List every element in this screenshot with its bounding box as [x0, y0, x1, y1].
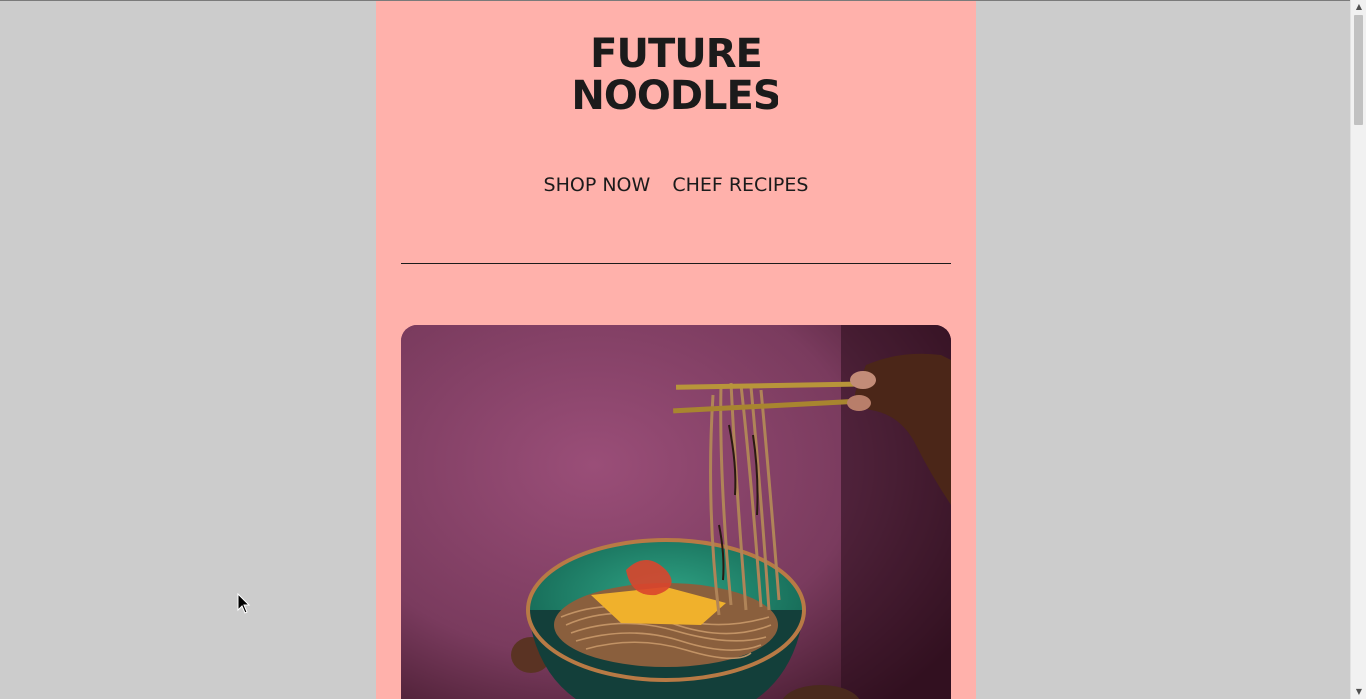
scroll-down-arrow-icon[interactable]: ▼ [1351, 685, 1366, 699]
mouse-pointer-icon [237, 592, 251, 615]
nav-divider [401, 263, 951, 264]
noodle-bowl-illustration [401, 325, 951, 699]
brand-logo[interactable]: FUTURE NOODLES [574, 29, 778, 115]
hero-image[interactable] [401, 325, 951, 699]
logo-line-2: NOODLES [574, 73, 778, 115]
email-container: FUTURE NOODLES SHOP NOW CHEF RECIPES [376, 1, 976, 699]
nav-shop-now[interactable]: SHOP NOW [544, 174, 651, 196]
browser-viewport: FUTURE NOODLES SHOP NOW CHEF RECIPES ▲ ▼ [0, 0, 1366, 699]
scroll-thumb[interactable] [1354, 15, 1363, 125]
scroll-up-arrow-icon[interactable]: ▲ [1351, 0, 1366, 14]
main-nav: SHOP NOW CHEF RECIPES [376, 174, 976, 196]
nav-chef-recipes[interactable]: CHEF RECIPES [672, 174, 808, 196]
logo-line-1: FUTURE [590, 31, 762, 77]
page-scrollbar[interactable]: ▲ ▼ [1350, 0, 1366, 699]
